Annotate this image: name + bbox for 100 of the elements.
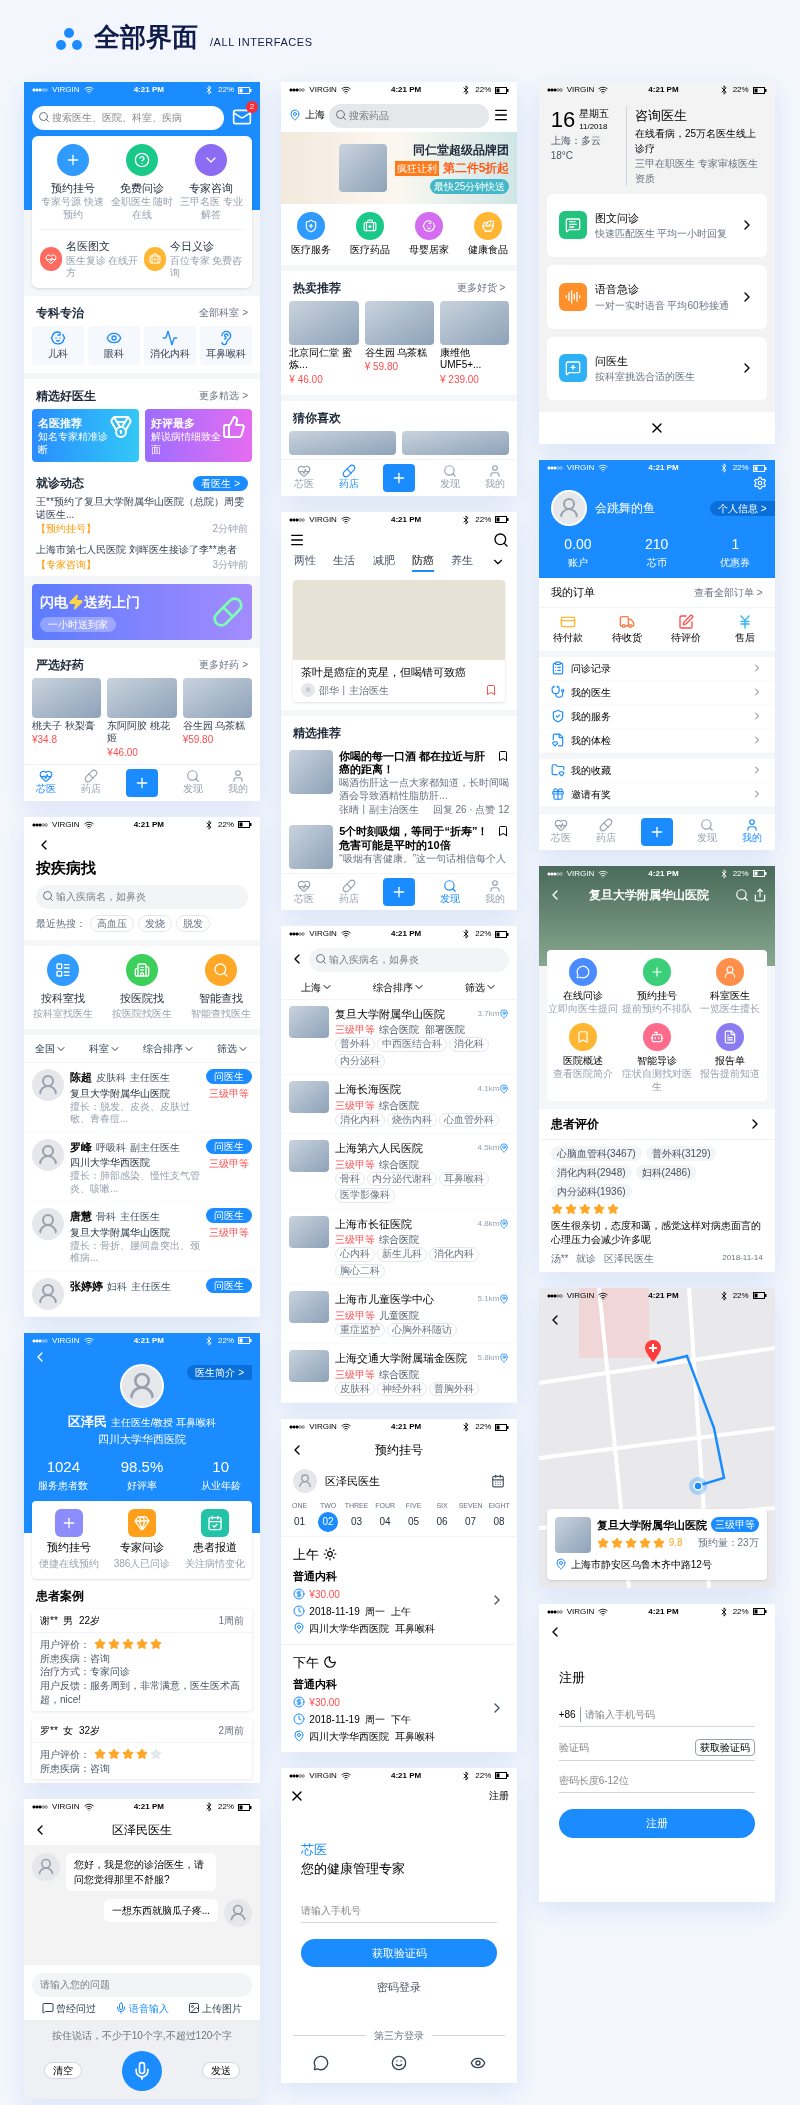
service-title: 报告单 — [715, 1054, 745, 1068]
more-link[interactable]: 查看全部订单 > — [694, 584, 763, 600]
search-field[interactable]: 搜索药品 — [329, 103, 490, 128]
menu-item[interactable]: 我的收藏 — [538, 758, 775, 783]
review-tag[interactable]: 消化内科(2948) — [550, 1165, 632, 1180]
password-input[interactable]: 密码长度6-12位 — [558, 1769, 755, 1793]
service-subtitle: 查看医院简介 — [553, 1068, 614, 1081]
category-tab[interactable]: 生活 — [333, 551, 356, 572]
specialty-tile[interactable]: 耳鼻喉科 — [200, 325, 252, 365]
delivery-banner[interactable]: 闪电 送药上门 一小时送到家 — [32, 583, 252, 640]
time-label: 4:21 PM — [391, 928, 422, 940]
personal-info-button[interactable]: 个人信息 > — [710, 500, 775, 516]
order-status-button[interactable]: 待付款 — [538, 613, 598, 645]
review-tag[interactable]: 内分泌科(1936) — [550, 1184, 632, 1199]
tab-item[interactable]: 发现 — [440, 878, 461, 906]
category-tab[interactable]: 防癌 — [411, 551, 434, 572]
more-link[interactable]: 更多好货 > — [456, 280, 506, 295]
menu-item[interactable]: 我的医生 — [538, 680, 775, 705]
specialty-tile[interactable]: 消化内科 — [144, 325, 196, 365]
section-title: 专科专治 — [36, 304, 84, 322]
category-tab[interactable]: 两性 — [294, 551, 316, 572]
category-tab[interactable]: 减肥 — [372, 551, 395, 572]
promo-title: 名医推荐 — [38, 415, 83, 431]
filter-dropdown[interactable]: 综合排序 — [373, 979, 426, 995]
more-link[interactable]: 更多好药 > — [199, 657, 248, 672]
doctor-intro-button[interactable]: 医生简介 > — [187, 1364, 252, 1380]
question-input[interactable]: 请输入您的问题 — [32, 1972, 252, 1997]
input-mode-tab[interactable]: 语音输入 — [115, 2000, 169, 2016]
service-subtitle: 立即向医生提问 — [548, 1002, 619, 1015]
tab-item[interactable]: 药店 — [338, 464, 359, 491]
stat-value: 210 — [644, 535, 669, 554]
page-title: 咨询医生 — [634, 107, 688, 125]
clear-button[interactable]: 清空 — [44, 2062, 82, 2080]
page-title: 复旦大学附属华山医院 — [587, 886, 710, 904]
consult-option-card[interactable]: 语音急诊 一对一实时语音 平均60秒接通 — [546, 265, 767, 329]
filter-dropdown[interactable]: 全国 — [35, 1041, 67, 1056]
get-code-button[interactable]: 获取验证码 — [694, 1739, 755, 1756]
battery-label: 22% — [475, 513, 492, 526]
phone-input[interactable]: 请输入手机号码 — [584, 1707, 755, 1722]
more-link[interactable]: 全部科室 > — [199, 305, 248, 320]
specialty-tile[interactable]: 眼科 — [88, 325, 140, 365]
filter-dropdown[interactable]: 筛选 — [465, 979, 498, 995]
hospital-name: 上海长海医院 — [335, 1082, 402, 1097]
input-mode-tab[interactable]: 上传图片 — [188, 2000, 243, 2016]
category-tab[interactable]: 养生 — [451, 551, 474, 572]
menu-item[interactable]: 我的体检 — [538, 728, 775, 753]
banner-tag: 疯狂让利 — [394, 160, 439, 176]
search-field[interactable]: 输入疾病名，如鼻炎 — [36, 884, 248, 909]
filter-dropdown[interactable]: 筛选 — [217, 1041, 249, 1056]
send-button[interactable]: 发送 — [202, 2062, 240, 2080]
carrier-label: VIRGIN — [309, 84, 337, 96]
verification-input[interactable]: 验证码 — [558, 1740, 695, 1755]
promo-banner[interactable]: 同仁堂超级品牌团 疯狂让利 第二件5折起 最快25分钟快送 — [281, 131, 518, 204]
time-label: 4:21 PM — [391, 1421, 422, 1433]
distance-label: 5.8km — [477, 1352, 500, 1365]
order-status-button[interactable]: 待评价 — [656, 613, 716, 645]
order-status-button[interactable]: 售后 — [715, 613, 775, 645]
menu-item[interactable]: 邀请有奖 — [538, 782, 775, 807]
carrier-label: VIRGIN — [566, 462, 595, 474]
search-field[interactable]: 搜索医生、医院、科室、疾病 — [32, 105, 224, 130]
stat-value: 98.5% — [120, 1456, 164, 1477]
review-tag[interactable]: 心脑血管科(3467) — [550, 1146, 642, 1161]
location-label[interactable]: 上海 — [305, 107, 326, 123]
carrier-label: VIRGIN — [309, 1421, 337, 1433]
section-title: 猜你喜欢 — [293, 409, 342, 427]
booking-count: 预约量：23万 — [697, 1536, 759, 1550]
tab-item[interactable]: 芯医 — [36, 769, 57, 796]
input-mode-tab[interactable]: 曾经问过 — [41, 2000, 96, 2016]
menu-item[interactable]: 问诊记录 — [538, 656, 775, 681]
search-field[interactable]: 输入疾病名，如鼻炎 — [309, 947, 510, 972]
feature-title: 名医图文 — [65, 239, 111, 254]
filter-dropdown[interactable]: 上海 — [301, 979, 334, 995]
tab-item[interactable]: 我的 — [742, 818, 763, 845]
featured-card[interactable]: 茶叶是癌症的克星，但喝错可致癌 邵华丨主治医生 — [293, 580, 506, 702]
register-link[interactable]: 注册 — [489, 1788, 510, 1803]
promo-title: 好评最多 — [151, 415, 196, 431]
hospital-name: 复旦大学附属华山医院 — [70, 1225, 171, 1240]
voice-hint: 按住说话，不少于10个字,不超过120个字 — [51, 2028, 233, 2043]
review-tag[interactable]: 普外科(3129) — [645, 1146, 717, 1161]
consult-option-card[interactable]: 问医生 按科室挑选合适的医生 — [546, 336, 767, 400]
time-label: 4:21 PM — [648, 84, 679, 96]
banner-title: 送药上门 — [84, 592, 140, 612]
case-detail: 所患疾病：咨询 — [40, 1761, 111, 1776]
order-status-button[interactable]: 待收货 — [597, 613, 657, 645]
password-login-link[interactable]: 密码登录 — [301, 1979, 498, 1996]
specialty-tile[interactable]: 儿科 — [32, 325, 84, 365]
consult-option-card[interactable]: 图文问诊 快速匹配医生 平均一小时回复 — [546, 193, 767, 257]
review-tag[interactable]: 妇科(2486) — [635, 1165, 697, 1180]
stat-label: 芯币 — [646, 556, 667, 570]
doctor-name: 张婷婷 — [70, 1278, 103, 1294]
more-link[interactable]: 更多精选 > — [199, 388, 248, 403]
hospital-name: 复旦大学附属华山医院 — [70, 1086, 171, 1101]
service-subtitle: 全职医生 随时在线 — [109, 196, 175, 221]
menu-item[interactable]: 我的服务 — [538, 704, 775, 729]
hospital-card[interactable]: 复旦大学附属华山医院 三级甲等 9.8 预约量：23万 上海市静安区乌鲁木齐中路12号 — [546, 1508, 767, 1580]
filter-dropdown[interactable]: 科室 — [89, 1041, 121, 1056]
product-name: 东阿阿胶 桃花姬 — [107, 719, 172, 745]
filter-dropdown[interactable]: 综合排序 — [143, 1041, 195, 1056]
review-date: 2018-11-14 — [722, 1252, 763, 1264]
phone-input[interactable]: 请输入手机号 — [301, 1898, 498, 1923]
